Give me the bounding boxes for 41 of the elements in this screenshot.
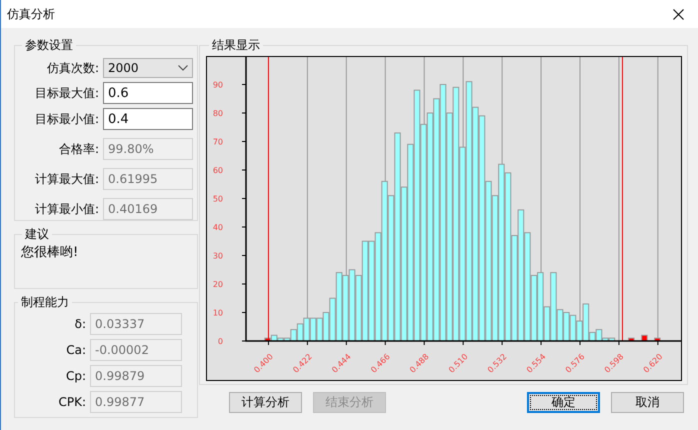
action-button[interactable]: 计算分析 xyxy=(229,392,302,413)
axis-label: 0 xyxy=(218,337,223,346)
field-label: CPK: xyxy=(57,395,87,409)
readonly-field: 0.03337 xyxy=(90,313,182,335)
window-title: 仿真分析 xyxy=(7,6,55,22)
readonly-field: 0.40169 xyxy=(103,198,193,220)
field-label: 仿真次数: xyxy=(46,60,100,76)
readonly-field: -0.00002 xyxy=(90,339,182,361)
axis-label: 10 xyxy=(212,308,223,318)
axis-label: 50 xyxy=(212,194,223,204)
field-label: 目标最小值: xyxy=(34,110,100,128)
axis-label: 20 xyxy=(212,280,223,289)
field-label: 计算最大值: xyxy=(34,170,100,188)
close-icon[interactable] xyxy=(672,8,684,20)
readonly-field: 0.99879 xyxy=(90,365,182,387)
dialog-button[interactable]: 确定 xyxy=(527,392,600,413)
chevron-down-icon xyxy=(178,65,188,71)
group-title: 建议 xyxy=(24,226,50,243)
axis-label: 40 xyxy=(212,223,223,232)
advice-text: 您很棒哟! xyxy=(20,244,80,261)
group-title: 结果显示 xyxy=(211,37,261,54)
group-title: 参数设置 xyxy=(24,37,74,54)
field-label: 计算最小值: xyxy=(34,200,100,218)
input-field[interactable]: 0.4 xyxy=(103,108,193,130)
axis-label: 90 xyxy=(212,80,223,90)
readonly-field: 99.80% xyxy=(103,138,193,160)
field-label: 合格率: xyxy=(58,140,100,158)
readonly-field: 0.61995 xyxy=(103,168,193,190)
axis-label: 80 xyxy=(212,109,223,118)
dropdown[interactable]: 2000 xyxy=(103,58,193,78)
field-label: Ca: xyxy=(65,343,87,357)
axis-label: 30 xyxy=(212,252,223,260)
axis-label: 70 xyxy=(212,138,223,146)
field-label: 目标最大值: xyxy=(34,84,100,102)
field-label: δ: xyxy=(74,317,87,331)
axis-label: 60 xyxy=(212,166,223,175)
group-title: 制程能力 xyxy=(20,294,70,311)
readonly-field: 0.99877 xyxy=(90,391,182,413)
dialog-button[interactable]: 取消 xyxy=(611,392,684,413)
field-label: Cp: xyxy=(64,369,87,383)
input-field[interactable]: 0.6 xyxy=(103,82,193,104)
